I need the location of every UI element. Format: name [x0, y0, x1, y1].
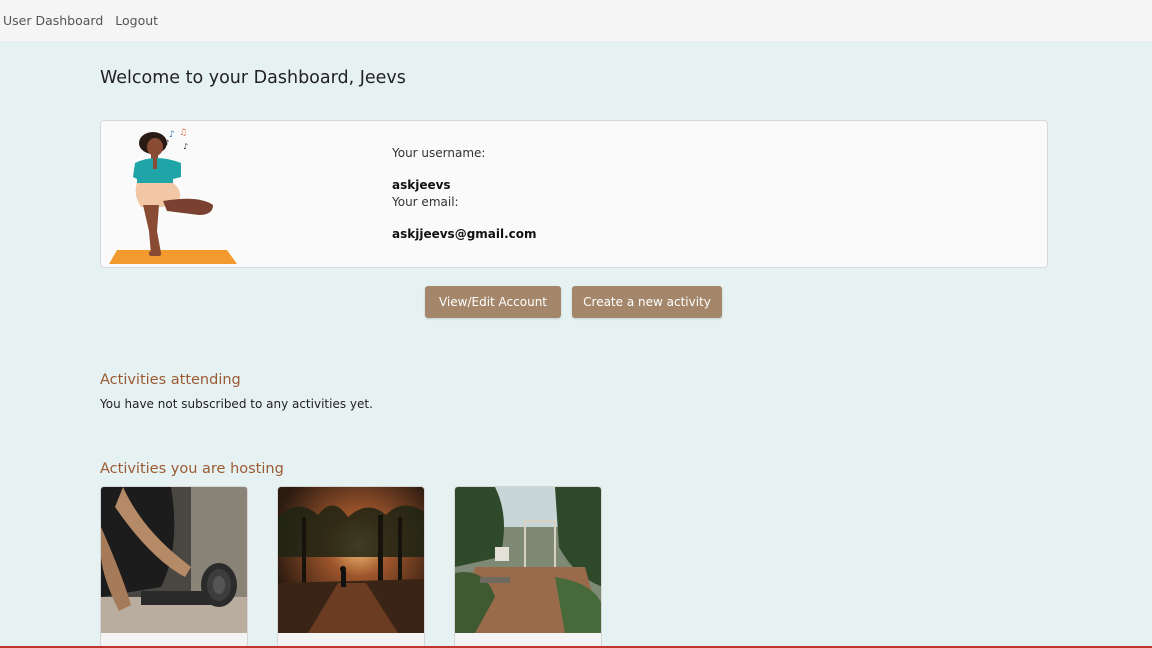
forest-walk-image	[278, 487, 424, 633]
profile-card: ♪ ♫ ♪ ♪ Your username: askjeevs Your ema…	[100, 120, 1048, 268]
email-label: Your email:	[392, 195, 459, 209]
activity-card[interactable]	[277, 486, 425, 648]
username-value: askjeevs	[392, 178, 451, 192]
hosting-section-title: Activities you are hosting	[100, 461, 284, 477]
nav-user-dashboard-link[interactable]: User Dashboard	[3, 13, 103, 28]
page-title: Welcome to your Dashboard, Jeevs	[100, 68, 406, 88]
email-value: askjjeevs@gmail.com	[392, 227, 537, 241]
activity-card[interactable]	[454, 486, 602, 648]
activity-card[interactable]	[100, 486, 248, 648]
svg-text:♫: ♫	[179, 128, 187, 138]
svg-text:♪: ♪	[169, 130, 175, 140]
attending-section-title: Activities attending	[100, 372, 241, 388]
top-navbar: User Dashboard Logout	[0, 0, 1152, 42]
svg-text:♪: ♪	[183, 142, 188, 151]
nav-logout-link[interactable]: Logout	[115, 13, 158, 28]
username-label: Your username:	[392, 146, 486, 160]
garden-image	[455, 487, 601, 633]
attending-empty-message: You have not subscribed to any activitie…	[100, 397, 373, 411]
yoga-illustration: ♪ ♫ ♪ ♪	[109, 128, 237, 264]
view-edit-account-button[interactable]: View/Edit Account	[425, 286, 561, 318]
create-activity-button[interactable]: Create a new activity	[572, 286, 722, 318]
yoga-mat-image	[101, 487, 247, 633]
